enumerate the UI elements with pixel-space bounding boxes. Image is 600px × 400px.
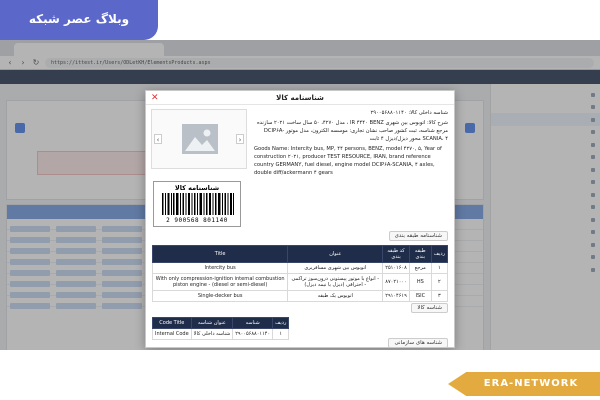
table-cell: ۳ [430,290,449,302]
modal-body: ‹ › شناسنامه کالا 2 900568 801140 شناسه … [146,105,454,347]
table-row: ۳ ISIC ۲۹۱۰۴۶۱۹ اتوبوس یک طبقه Single-de… [151,290,449,302]
section-code[interactable]: شناسه کالا [411,303,448,313]
chevron-left-icon[interactable]: ‹ [154,134,162,144]
internal-id-line: شناسه داخلی کالا: ۲۹۰۰۵۶۸۸۰۱۱۴۰ [370,110,448,116]
column-header: طبقه بندی [408,245,432,263]
column-header: شناسه [232,317,274,329]
table-header-row: ردیف طبقه بندی کد طبقه بندی عنوان Title [151,245,449,263]
table-cell: ۲۹۱۰۴۶۱۹ [382,290,410,302]
table-cell: ۲۹۰۰۵۶۸۸۰۱۱۴۰ [232,328,274,340]
section-classification[interactable]: شناسنامه طبقه بندی [388,231,448,241]
classification-table: ردیف طبقه بندی کد طبقه بندی عنوان Title … [151,245,449,302]
table-header-row: ردیف شناسه عنوان شناسه Code Title [152,317,290,329]
table-cell: ۲۵۱۰۱۶۰۸ [382,262,410,274]
table-cell: - انواع با موتور پیستونی درون‌سوز تراکمی… [287,273,384,291]
modal-title: شناسنامه کالا [276,94,324,102]
column-header: عنوان شناسه [190,317,234,329]
close-icon[interactable]: ✕ [151,92,159,104]
product-description: شناسه داخلی کالا: ۲۹۰۰۵۶۸۸۰۱۱۴۰ شرح کالا… [254,109,448,179]
chevron-right-icon[interactable]: › [236,134,244,144]
description-en: Goods Name: Intercity bus, MP, ۴۴ person… [254,146,442,176]
code-table: ردیف شناسه عنوان شناسه Code Title ۱ ۲۹۰۰… [152,317,290,340]
watermark-ribbon: ERA-NETWORK [448,372,600,396]
barcode-icon [162,193,234,215]
table-cell: Internal Code [152,328,192,340]
table-cell: ۱ [272,328,290,340]
modal-header: شناسنامه کالا ✕ [146,91,454,105]
table-row: ۱ مرجع ۲۵۱۰۱۶۰۸ اتوبوس بین شهری مسافربری… [151,262,449,274]
column-header: کد طبقه بندی [382,245,410,263]
table-cell: ISIC [408,290,432,302]
section-org[interactable]: شناسه های سازمانی [388,338,448,347]
table-cell: With only compression-ignition internal … [151,273,289,291]
watermark-badge: وبلاگ عصر شبکه [0,0,158,40]
barcode-title: شناسنامه کالا [174,184,220,192]
column-header: Title [151,245,289,263]
screenshot-frame: وبلاگ عصر شبکه ‹ › ↻ https://ittest.ir/U… [0,0,600,400]
table-cell: ۲ [430,273,449,291]
column-header: ردیف [272,317,290,329]
product-id-modal: شناسنامه کالا ✕ ‹ › شناسنامه کالا 2 9005… [145,90,455,348]
barcode-card: شناسنامه کالا 2 900568 801140 [153,181,241,227]
image-gallery: ‹ › [151,109,247,169]
image-placeholder-icon [182,124,218,154]
column-header: Code Title [152,317,192,329]
column-header: ردیف [430,245,449,263]
table-cell: Single-decker bus [151,290,289,302]
table-cell: اتوبوس بین شهری مسافربری [287,262,384,274]
barcode-number: 2 900568 801140 [166,217,228,224]
column-header: عنوان [287,245,384,263]
table-row: ۲ HS ۸۷۰۲۱۰۰۰ - انواع با موتور پیستونی د… [151,273,449,291]
table-row: ۱ ۲۹۰۰۵۶۸۸۰۱۱۴۰ شناسه داخلی کالا Interna… [152,328,290,340]
table-cell: Intercity bus [151,262,289,274]
table-cell: HS [408,273,432,291]
table-cell: ۱ [430,262,449,274]
table-cell: مرجع [408,262,432,274]
table-cell: ۸۷۰۲۱۰۰۰ [382,273,410,291]
description-fa: شرح کالا: اتوبوس بین شهری IR ۴۴۴۰ BENZ ،… [256,120,448,142]
table-cell: شناسه داخلی کالا [190,328,234,340]
table-cell: اتوبوس یک طبقه [287,290,384,302]
